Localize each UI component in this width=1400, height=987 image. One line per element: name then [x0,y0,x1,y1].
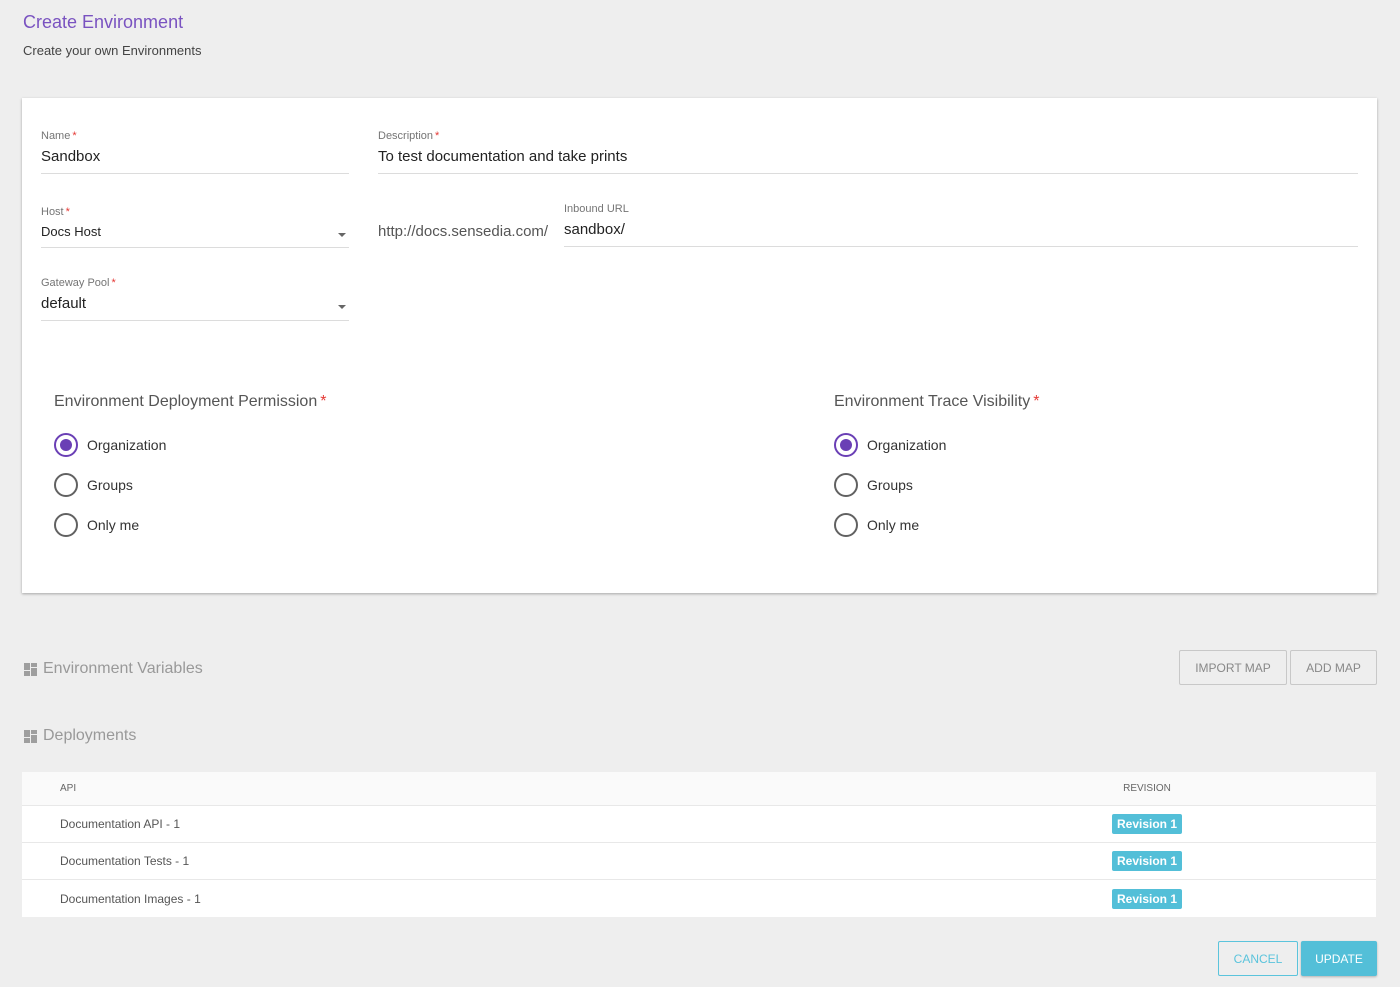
add-map-button[interactable]: ADD MAP [1290,650,1377,685]
description-field: Description * To test documentation and t… [378,130,1358,174]
dropdown-caret-icon [338,232,346,237]
environment-variables-heading: Environment Variables [24,660,203,678]
revision-badge[interactable]: Revision 1 [1111,851,1183,871]
radio-label: Only me [867,517,920,533]
gateway-pool-field: Gateway Pool * default [41,277,349,321]
deployment-permission-title: Environment Deployment Permission * [54,393,327,410]
name-input[interactable]: Sandbox [41,142,349,174]
revision-badge[interactable]: Revision 1 [1111,814,1183,834]
gateway-pool-label: Gateway Pool * [41,277,116,289]
table-header: API REVISION [22,772,1376,806]
inbound-url-label: Inbound URL [564,203,629,215]
radio-label: Groups [867,477,913,493]
api-name: Documentation Images - 1 [60,891,201,906]
host-field: Host * Docs Host [41,206,349,248]
page-title: Create Environment [23,12,184,32]
deployments-title: Deployments [43,727,137,744]
trace-visibility-option-only-me[interactable]: Only me [834,505,1039,545]
inbound-url-input[interactable]: sandbox/ [564,215,1358,247]
description-label: Description * [378,130,440,142]
dashboard-icon [24,662,37,676]
name-field: Name * Sandbox [41,130,349,174]
gateway-pool-select[interactable]: default [41,289,349,321]
table-row[interactable]: Documentation Tests - 1 Revision 1 [22,843,1376,880]
name-label: Name * [41,130,77,142]
description-input[interactable]: To test documentation and take prints [378,142,1358,174]
column-header-api: API [60,783,77,794]
column-header-revision: REVISION [1123,783,1171,794]
import-map-button[interactable]: IMPORT MAP [1179,650,1287,685]
table-row[interactable]: Documentation API - 1 Revision 1 [22,806,1376,843]
trace-visibility-option-organization[interactable]: Organization [834,425,1039,465]
host-value: Docs Host [41,224,101,239]
page-subtitle: Create your own Environments [23,43,202,58]
api-name: Documentation Tests - 1 [60,854,190,868]
deployments-heading: Deployments [24,727,136,745]
radio-label: Organization [87,437,167,453]
environment-variables-title: Environment Variables [43,660,203,677]
dashboard-icon [24,729,37,743]
dropdown-caret-icon [338,304,346,309]
deployments-table: API REVISION Documentation API - 1 Revis… [22,772,1376,917]
radio-unselected-icon[interactable] [834,473,858,497]
table-row[interactable]: Documentation Images - 1 Revision 1 [22,880,1376,917]
deployment-permission-option-groups[interactable]: Groups [54,465,326,505]
radio-selected-icon[interactable] [834,433,858,457]
trace-visibility-title: Environment Trace Visibility * [834,393,1040,410]
radio-label: Organization [867,437,947,453]
deployment-permission-group: Environment Deployment Permission * Organ… [54,393,326,553]
gateway-pool-value: default [41,295,87,312]
radio-label: Groups [87,477,133,493]
update-button[interactable]: UPDATE [1301,941,1377,976]
radio-unselected-icon[interactable] [834,513,858,537]
radio-selected-icon[interactable] [54,433,78,457]
deployment-permission-option-organization[interactable]: Organization [54,425,326,465]
deployment-permission-option-only-me[interactable]: Only me [54,505,326,545]
api-name: Documentation API - 1 [60,817,181,831]
radio-unselected-icon[interactable] [54,473,78,497]
environment-form-card: Name * Sandbox Description * To test docum… [22,98,1377,593]
revision-badge[interactable]: Revision 1 [1111,888,1183,909]
host-select[interactable]: Docs Host [41,218,349,248]
host-label: Host * [41,206,70,218]
cancel-button[interactable]: CANCEL [1218,941,1298,976]
radio-unselected-icon[interactable] [54,513,78,537]
inbound-url-prefix: http://docs.sensedia.com/ [378,223,549,240]
inbound-url-field: Inbound URL sandbox/ [564,203,1358,247]
trace-visibility-option-groups[interactable]: Groups [834,465,1039,505]
radio-label: Only me [87,517,140,533]
trace-visibility-group: Environment Trace Visibility * Organizati… [834,393,1039,553]
